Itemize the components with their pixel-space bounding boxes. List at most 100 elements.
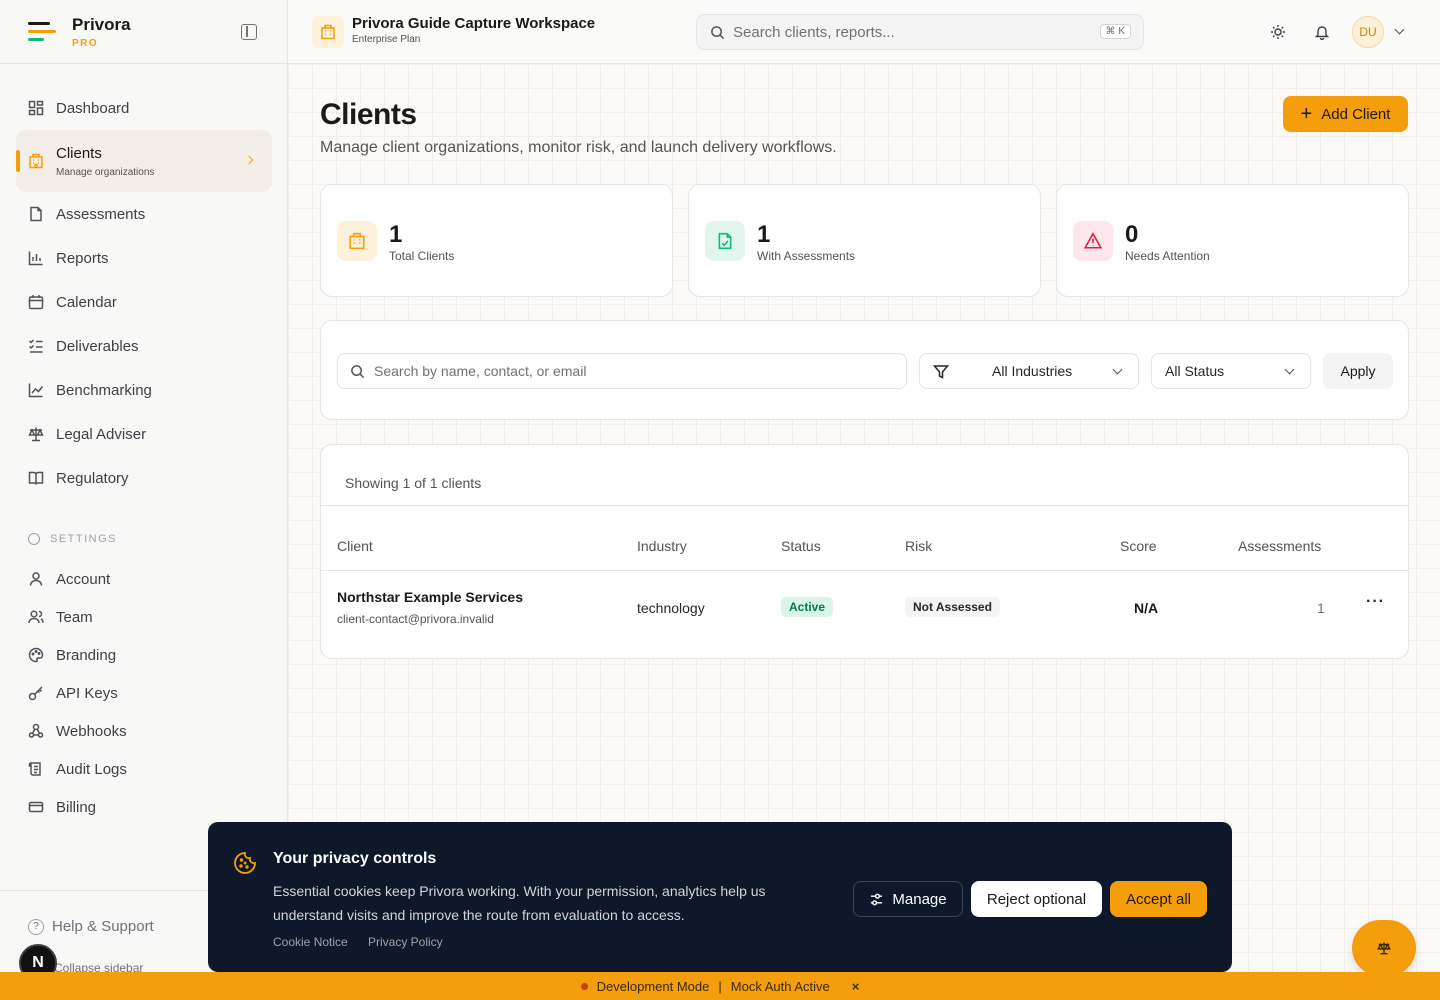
apply-button[interactable]: Apply [1323,353,1393,389]
column-header-risk[interactable]: Risk [905,538,932,554]
sidebar-item-team[interactable]: Team [16,598,272,636]
global-search-input[interactable]: Search clients, reports... ⌘ K [696,14,1144,50]
column-header-score[interactable]: Score [1120,538,1157,554]
status-select[interactable]: All Status [1151,353,1311,389]
sidebar-item-label: Legal Adviser [56,425,147,443]
sidebar-item-label: Billing [56,798,97,816]
client-score: N/A [1134,600,1159,616]
sidebar-item-label: Team [56,608,93,626]
close-icon[interactable]: × [852,979,860,994]
scale-icon [1377,942,1391,955]
sidebar-item-label: API Keys [56,684,118,702]
search-icon [711,26,725,40]
gear-icon [28,533,40,545]
legal-assistant-fab[interactable] [1352,920,1416,976]
stat-label: Total Clients [389,249,455,263]
client-search-input[interactable]: Search by name, contact, or email [337,353,907,389]
sun-icon[interactable] [1270,24,1286,45]
page-title: Clients [320,98,417,131]
line-chart-icon [28,382,44,398]
sidebar-item-label: Account [56,570,111,588]
dev-mode-bar: Development Mode | Mock Auth Active × [0,972,1440,1000]
sidebar-item-benchmarking[interactable]: Benchmarking [16,368,272,412]
sidebar-item-webhooks[interactable]: Webhooks [16,712,272,750]
sidebar-item-audit-logs[interactable]: Audit Logs [16,750,272,788]
sidebar-item-label: Assessments [56,205,146,223]
cookie-icon [234,852,256,874]
bell-icon[interactable] [1314,24,1330,45]
sidebar-item-calendar[interactable]: Calendar [16,280,272,324]
dashboard-icon [28,100,44,116]
add-client-button[interactable]: + Add Client [1283,96,1408,132]
sidebar-item-reports[interactable]: Reports [16,236,272,280]
sidebar-item-label: Audit Logs [56,760,127,778]
column-header-industry[interactable]: Industry [637,538,687,554]
table-row[interactable]: Northstar Example Services client-contac… [321,571,1408,659]
stat-card-needs-attention: 0 Needs Attention [1056,184,1409,297]
help-support-link[interactable]: ? Help & Support [28,918,154,935]
book-icon [28,470,44,486]
user-icon [28,571,44,587]
chevron-down-icon [1112,364,1123,375]
stat-value: 1 [757,221,771,248]
file-icon [28,206,44,222]
calendar-icon [28,294,44,310]
client-assessments-count: 1 [1317,600,1325,616]
column-header-assessments[interactable]: Assessments [1238,538,1321,554]
sidebar-toggle-icon[interactable] [241,24,257,40]
settings-nav: Account Team Branding API Keys Webhooks … [16,560,272,826]
sidebar-item-clients[interactable]: Clients Manage organizations [16,130,272,192]
scale-icon [28,426,44,442]
users-icon [28,609,44,625]
reject-optional-button[interactable]: Reject optional [971,881,1102,917]
chevron-right-icon [244,155,254,165]
workspace-title[interactable]: Privora Guide Capture Workspace [352,15,595,32]
sidebar-item-label: Regulatory [56,469,129,487]
sidebar-item-label: Branding [56,646,117,664]
sidebar-item-branding[interactable]: Branding [16,636,272,674]
cookie-banner: Your privacy controls Essential cookies … [208,822,1232,972]
status-badge: Active [781,597,834,617]
sidebar-item-account[interactable]: Account [16,560,272,598]
mock-auth-label: Mock Auth Active [730,978,830,994]
main-nav: Dashboard Clients Manage organizations A… [16,86,272,500]
privacy-policy-link[interactable]: Privacy Policy [368,935,443,949]
avatar[interactable]: DU [1352,16,1384,48]
manage-cookies-button[interactable]: Manage [853,881,963,917]
sidebar-item-deliverables[interactable]: Deliverables [16,324,272,368]
accept-all-button[interactable]: Accept all [1110,881,1207,917]
sidebar-item-dashboard[interactable]: Dashboard [16,86,272,130]
sidebar-item-label: Dashboard [56,99,130,117]
brand-tier: PRO [72,37,99,49]
sidebar-item-api-keys[interactable]: API Keys [16,674,272,712]
plus-icon: + [1300,103,1313,125]
risk-badge: Not Assessed [905,597,1000,617]
clients-table-card: Showing 1 of 1 clients Client Industry S… [320,444,1409,659]
sidebar-item-label: Calendar [56,293,117,311]
workspace-plan: Enterprise Plan [352,34,421,45]
sidebar-item-assessments[interactable]: Assessments [16,192,272,236]
industry-select[interactable]: All Industries [919,353,1139,389]
sidebar-item-label: Clients [56,144,102,162]
status-dot [580,982,588,990]
client-name[interactable]: Northstar Example Services [337,589,523,605]
chevron-down-icon[interactable] [1394,24,1405,35]
more-actions-icon[interactable]: ··· [1366,593,1385,611]
sidebar-item-label: Benchmarking [56,381,152,399]
cookie-notice-link[interactable]: Cookie Notice [273,935,348,949]
help-icon: ? [28,918,44,935]
stat-card-with-assessments: 1 With Assessments [688,184,1041,297]
building-icon [337,221,377,261]
filters-card: Search by name, contact, or email All In… [320,320,1409,420]
stat-value: 0 [1125,221,1139,248]
sidebar-item-billing[interactable]: Billing [16,788,272,826]
sidebar-item-label: Deliverables [56,337,139,355]
filter-icon [933,365,949,379]
column-header-status[interactable]: Status [781,538,821,554]
sidebar-item-legal-adviser[interactable]: Legal Adviser [16,412,272,456]
search-placeholder: Search clients, reports... [733,23,895,41]
column-header-client[interactable]: Client [337,538,373,554]
sidebar-item-regulatory[interactable]: Regulatory [16,456,272,500]
topbar: Privora Guide Capture Workspace Enterpri… [288,0,1440,64]
sidebar-item-sublabel: Manage organizations [56,166,155,178]
